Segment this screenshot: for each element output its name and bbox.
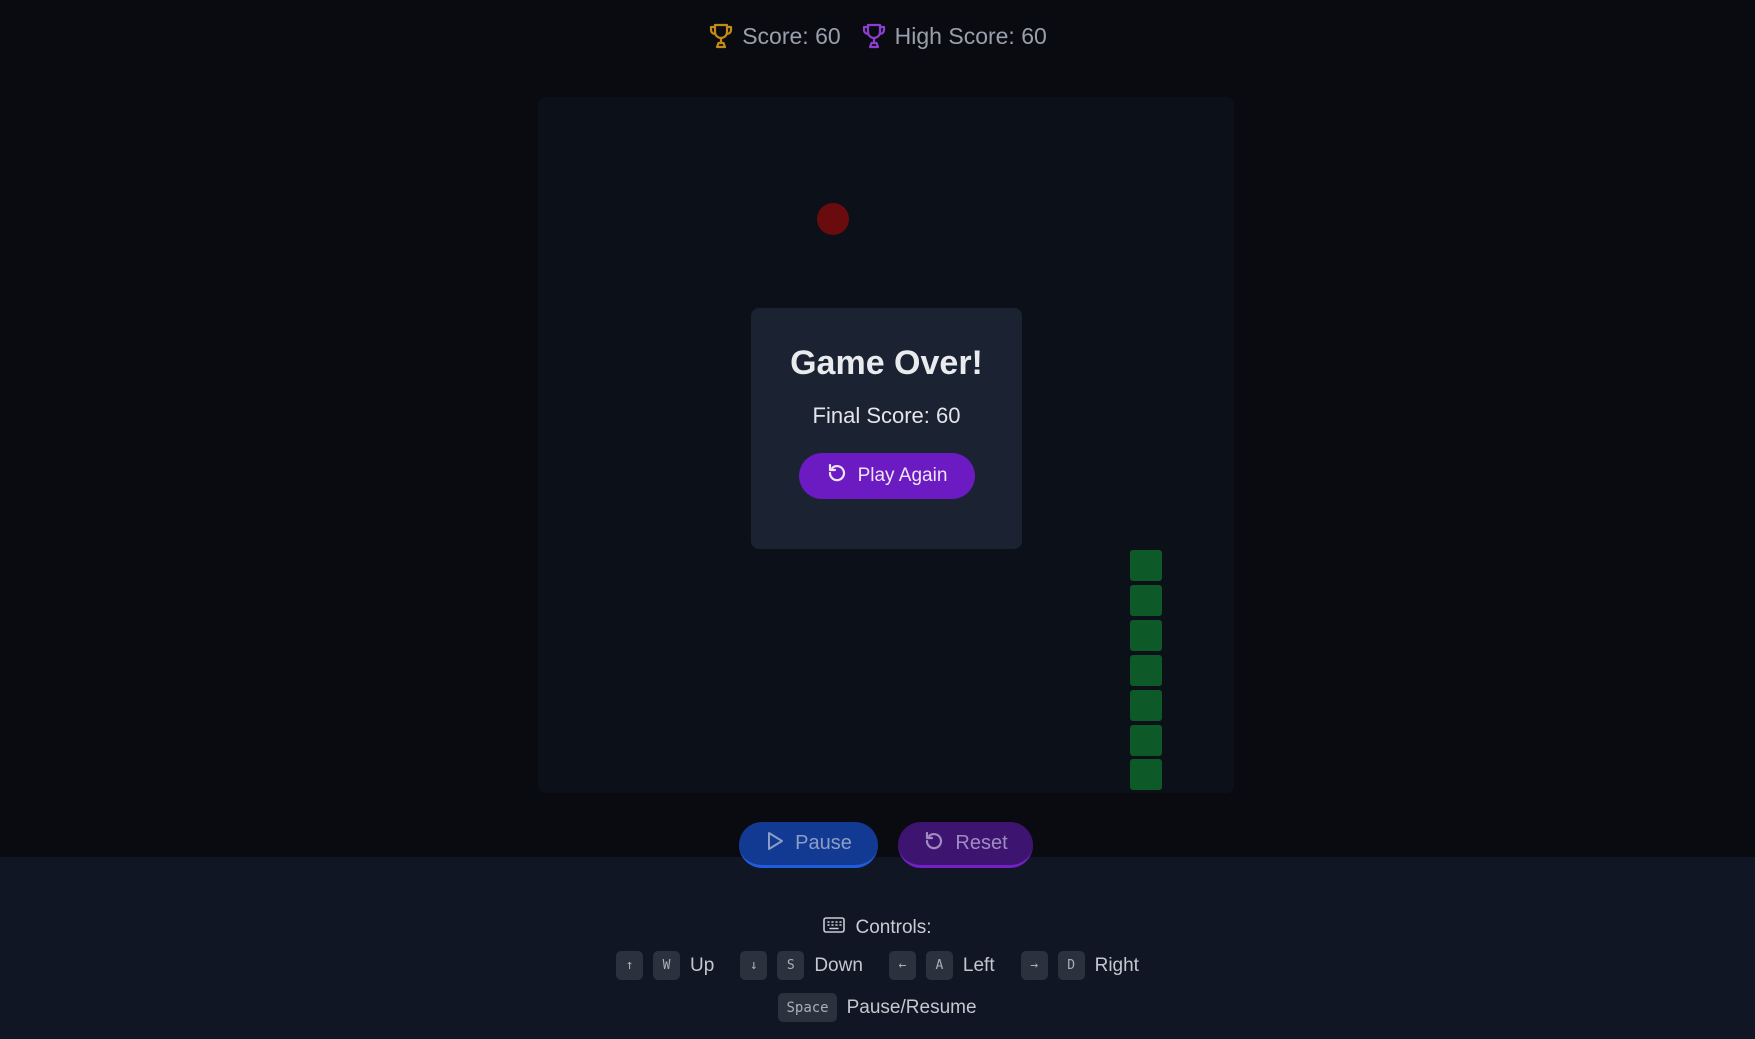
key-s: S (777, 951, 805, 980)
snake-segment (1130, 655, 1162, 686)
high-score-text: High Score: 60 (894, 22, 1047, 49)
direction-controls: ↑ W Up ↓ S Down ← A Left → D Right (0, 951, 1755, 980)
trophy-icon (861, 22, 887, 50)
controls-title: Controls: (0, 916, 1755, 940)
high-score-display: High Score: 60 (861, 22, 1047, 50)
pause-label: Pause (795, 832, 852, 854)
key-d: D (1057, 951, 1085, 980)
play-again-label: Play Again (857, 465, 948, 486)
final-score-text: Final Score: 60 (812, 403, 961, 428)
reset-label: Reset (955, 832, 1008, 854)
keyboard-icon (823, 916, 846, 940)
game-over-dialog: Game Over! Final Score: 60 Play Again (751, 308, 1022, 549)
play-icon (765, 830, 785, 858)
control-label-right: Right (1094, 954, 1139, 976)
game-page: Score: 60 High Score: 60 Game Over! Fina… (0, 0, 1755, 1039)
score-text: Score: 60 (742, 22, 841, 49)
controls-title-text: Controls: (855, 917, 932, 938)
control-label-up: Up (690, 954, 715, 976)
control-label-left: Left (962, 954, 995, 976)
restart-icon (923, 830, 945, 858)
control-down: ↓ S Down (740, 951, 863, 980)
key-w: W (653, 951, 681, 980)
key-a: A (925, 951, 953, 980)
play-again-button[interactable]: Play Again (798, 453, 975, 499)
key-arrow-right: → (1020, 951, 1048, 980)
key-space: Space (778, 993, 837, 1022)
snake-segment (1130, 620, 1162, 651)
key-arrow-left: ← (888, 951, 916, 980)
control-up: ↑ W Up (616, 951, 714, 980)
trophy-icon (708, 22, 734, 50)
game-over-title: Game Over! (790, 344, 983, 382)
key-arrow-down: ↓ (740, 951, 768, 980)
food-pellet (817, 203, 849, 235)
score-display: Score: 60 (708, 22, 841, 50)
control-right: → D Right (1020, 951, 1139, 980)
snake-segment (1130, 550, 1162, 581)
control-label-down: Down (814, 954, 863, 976)
snake-segment (1130, 690, 1162, 721)
control-label-pause-resume: Pause/Resume (846, 996, 977, 1018)
score-bar: Score: 60 High Score: 60 (0, 18, 1755, 54)
restart-icon (826, 462, 848, 490)
pause-button[interactable]: Pause (739, 822, 878, 868)
reset-button[interactable]: Reset (898, 822, 1033, 868)
snake-segment (1130, 585, 1162, 616)
key-arrow-up: ↑ (616, 951, 644, 980)
snake-segment (1130, 759, 1162, 790)
snake-segment (1130, 725, 1162, 756)
control-left: ← A Left (888, 951, 995, 980)
pause-control: Space Pause/Resume (0, 993, 1755, 1022)
